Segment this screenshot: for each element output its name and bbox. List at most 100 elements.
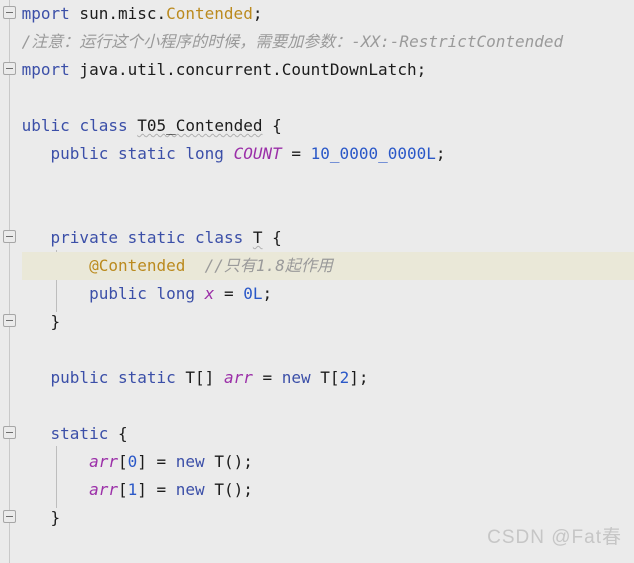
code-line-blank-4[interactable]	[0, 336, 634, 364]
code-token: T[	[310, 368, 340, 387]
csdn-watermark: CSDN @Fat春	[487, 527, 622, 548]
code-token: T();	[204, 452, 253, 471]
code-token: T05_Contended	[137, 116, 263, 135]
code-line-text: public static T[] arr = new T[2];	[0, 364, 369, 392]
code-token: ] =	[137, 480, 176, 499]
code-token: 2	[339, 368, 350, 387]
code-token: ];	[349, 368, 369, 387]
code-token: T();	[204, 480, 253, 499]
fold-marker-import-2[interactable]	[3, 62, 16, 75]
code-token: T	[252, 228, 263, 247]
code-token: static	[127, 228, 186, 247]
code-token: =	[214, 284, 244, 303]
fold-marker-static-block-end[interactable]	[3, 510, 16, 523]
code-token: public	[50, 368, 109, 387]
code-token: class	[79, 116, 128, 135]
code-token: class	[195, 228, 244, 247]
code-token: new	[175, 452, 205, 471]
code-token: new	[175, 480, 205, 499]
code-line-blank-3[interactable]	[0, 196, 634, 224]
code-token: ;	[252, 4, 263, 23]
code-token: public	[89, 284, 147, 303]
code-line-text: import java.util.concurrent.CountDownLat…	[0, 56, 426, 84]
code-token: arr	[223, 368, 253, 387]
code-token: 0	[127, 452, 138, 471]
code-token: 10_0000_0000L	[310, 144, 436, 163]
code-token: {	[262, 116, 282, 135]
fold-marker-static-block[interactable]	[3, 426, 16, 439]
code-token: static	[117, 144, 176, 163]
code-line-static-block[interactable]: static {	[0, 420, 634, 448]
code-token: T[]	[175, 368, 224, 387]
code-token: public	[50, 144, 109, 163]
code-token: ;	[416, 60, 427, 79]
code-token: arr	[89, 452, 118, 471]
code-line-blank-1[interactable]	[0, 84, 634, 112]
code-editor[interactable]: import sun.misc.Contended; //注意：运行这个小程序的时…	[0, 0, 634, 563]
code-token: long	[156, 284, 196, 303]
code-line-blank-5[interactable]	[0, 392, 634, 420]
fold-marker-import-1[interactable]	[3, 6, 16, 19]
editor-gutter[interactable]	[0, 0, 22, 563]
code-line-import-contended[interactable]: import sun.misc.Contended;	[0, 0, 634, 28]
code-token: private	[50, 228, 118, 247]
code-line-class-declaration[interactable]: public class T05_Contended {	[0, 112, 634, 140]
code-line-arr-field[interactable]: public static T[] arr = new T[2];	[0, 364, 634, 392]
code-line-text: public static long COUNT = 10_0000_0000L…	[0, 140, 446, 168]
fold-marker-class-T-end[interactable]	[3, 314, 16, 327]
code-line-inner-class-T[interactable]: private static class T {	[0, 224, 634, 252]
code-line-text: arr[0] = new T();	[0, 448, 253, 476]
code-token: Contended	[166, 4, 253, 23]
code-token: java.util.concurrent.CountDownLatch	[69, 60, 417, 79]
code-token: [	[117, 452, 128, 471]
code-line-annotation-contended[interactable]: @Contended //只有1.8起作用	[0, 252, 634, 280]
code-line-arr-1-assign[interactable]: arr[1] = new T();	[0, 476, 634, 504]
code-line-text: public class T05_Contended {	[0, 112, 282, 140]
code-line-field-x[interactable]: public long x = 0L;	[0, 280, 634, 308]
code-token: COUNT	[233, 144, 282, 163]
code-token: {	[262, 228, 282, 247]
fold-marker-class-T[interactable]	[3, 230, 16, 243]
code-token: ] =	[137, 452, 176, 471]
code-token: 0L	[243, 284, 263, 303]
code-line-text: import sun.misc.Contended;	[0, 0, 262, 28]
code-token: sun.misc.	[69, 4, 167, 23]
code-token: static	[117, 368, 176, 387]
code-line-arr-0-assign[interactable]: arr[0] = new T();	[0, 448, 634, 476]
code-token: {	[108, 424, 128, 443]
code-token: x	[204, 284, 215, 303]
code-line-blank-2[interactable]	[0, 168, 634, 196]
code-token: arr	[89, 480, 118, 499]
gutter-separator-line	[9, 0, 10, 563]
code-line-text: private static class T {	[0, 224, 282, 252]
code-line-text: @Contended //只有1.8起作用	[0, 252, 333, 280]
code-line-count-field[interactable]: public static long COUNT = 10_0000_0000L…	[0, 140, 634, 168]
code-line-text: arr[1] = new T();	[0, 476, 253, 504]
code-line-close-inner-class[interactable]: }	[0, 308, 634, 336]
code-token: =	[252, 368, 282, 387]
code-token: ;	[262, 284, 273, 303]
code-content-area[interactable]: import sun.misc.Contended; //注意：运行这个小程序的时…	[0, 0, 634, 563]
code-token: //注意：运行这个小程序的时候，需要加参数：-XX:-RestrictConte…	[12, 32, 564, 51]
code-token: //只有1.8起作用	[204, 256, 333, 275]
code-token: new	[281, 368, 311, 387]
code-token: long	[185, 144, 224, 163]
code-token: =	[281, 144, 311, 163]
code-line-comment-note[interactable]: //注意：运行这个小程序的时候，需要加参数：-XX:-RestrictConte…	[0, 28, 634, 56]
code-line-import-countdownlatch[interactable]: import java.util.concurrent.CountDownLat…	[0, 56, 634, 84]
